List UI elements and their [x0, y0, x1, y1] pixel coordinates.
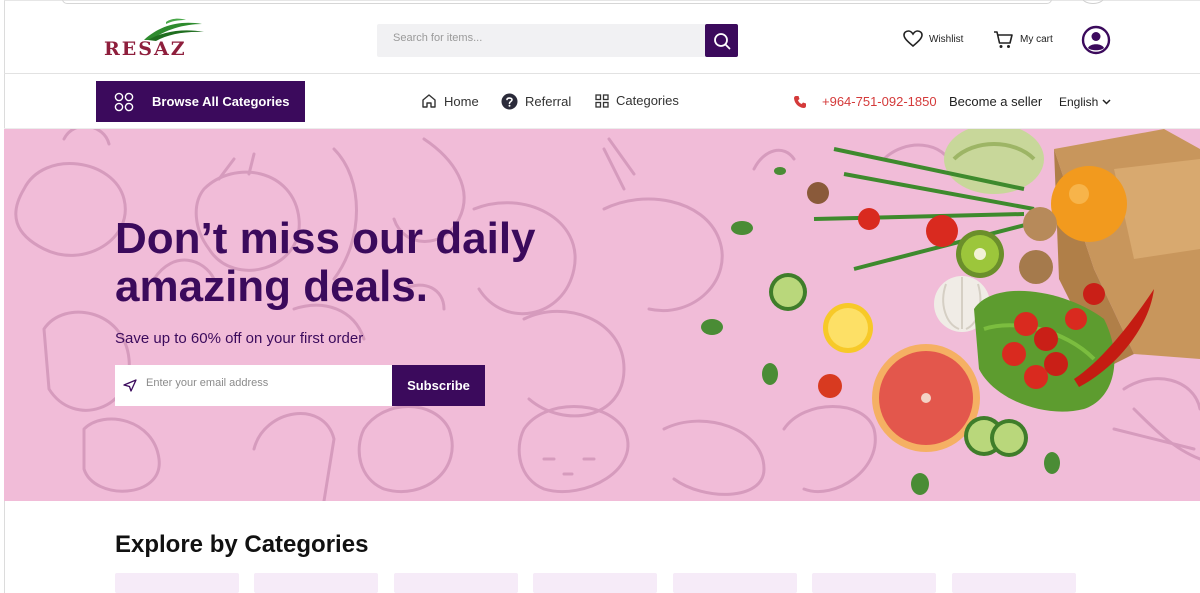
category-card[interactable] — [952, 573, 1076, 593]
categories-title: Explore by Categories — [115, 531, 369, 558]
main-nav: Browse All Categories Home Referral Cate… — [4, 75, 1200, 129]
search-icon — [713, 32, 730, 49]
search-button[interactable] — [705, 24, 738, 57]
hero-title-line2: amazing deals. — [115, 262, 429, 311]
search-bar — [377, 24, 738, 57]
hero-title: Don’t miss our daily amazing deals. — [115, 215, 585, 311]
heart-icon — [903, 30, 923, 48]
phone-icon — [794, 95, 806, 108]
category-card[interactable] — [533, 573, 657, 593]
account-button[interactable] — [1081, 25, 1111, 60]
phone-number: +964-751-092-1850 — [822, 94, 937, 109]
category-card[interactable] — [812, 573, 936, 593]
cart-link[interactable]: My cart — [993, 30, 1053, 49]
user-icon — [1081, 25, 1111, 55]
language-label: English — [1059, 95, 1099, 109]
nav-categories[interactable]: Categories — [595, 93, 679, 108]
nav-referral[interactable]: Referral — [501, 93, 571, 110]
language-select[interactable]: English — [1059, 95, 1111, 109]
category-card[interactable] — [394, 573, 518, 593]
nav-home[interactable]: Home — [421, 93, 479, 109]
search-input[interactable] — [393, 32, 693, 44]
nav-referral-label: Referral — [525, 94, 572, 109]
wishlist-label: Wishlist — [929, 33, 964, 45]
category-card[interactable] — [115, 573, 239, 593]
nav-home-label: Home — [444, 93, 479, 109]
become-seller-link[interactable]: Become a seller — [949, 94, 1042, 109]
logo[interactable]: RESAZ — [104, 18, 208, 62]
hero-title-line1: Don’t miss our daily — [115, 214, 536, 263]
produce-illustration — [701, 129, 1200, 495]
hero-subtitle: Save up to 60% off on your first order — [115, 330, 364, 347]
logo-text: RESAZ — [104, 38, 187, 60]
subscribe-form: Subscribe — [115, 365, 485, 406]
nav-categories-label: Categories — [616, 93, 679, 108]
site-header: RESAZ Wishlist My cart — [4, 4, 1200, 74]
home-icon — [422, 94, 436, 108]
send-icon — [123, 379, 137, 392]
phone-link[interactable]: +964-751-092-1850 — [793, 94, 937, 109]
chevron-down-icon — [1102, 99, 1111, 105]
browse-categories-label: Browse All Categories — [152, 94, 290, 109]
help-circle-icon — [501, 93, 518, 110]
email-input[interactable] — [146, 377, 386, 389]
category-card[interactable] — [254, 573, 378, 593]
grid-squares-icon — [595, 93, 609, 108]
wishlist-link[interactable]: Wishlist — [903, 30, 963, 48]
browse-categories-button[interactable]: Browse All Categories — [96, 81, 305, 122]
hero-banner: Don’t miss our daily amazing deals. Save… — [4, 129, 1200, 501]
grid-circles-icon — [114, 92, 134, 111]
category-card[interactable] — [673, 573, 797, 593]
cart-label: My cart — [1020, 34, 1053, 45]
subscribe-button[interactable]: Subscribe — [392, 365, 485, 406]
cart-icon — [994, 31, 1013, 48]
